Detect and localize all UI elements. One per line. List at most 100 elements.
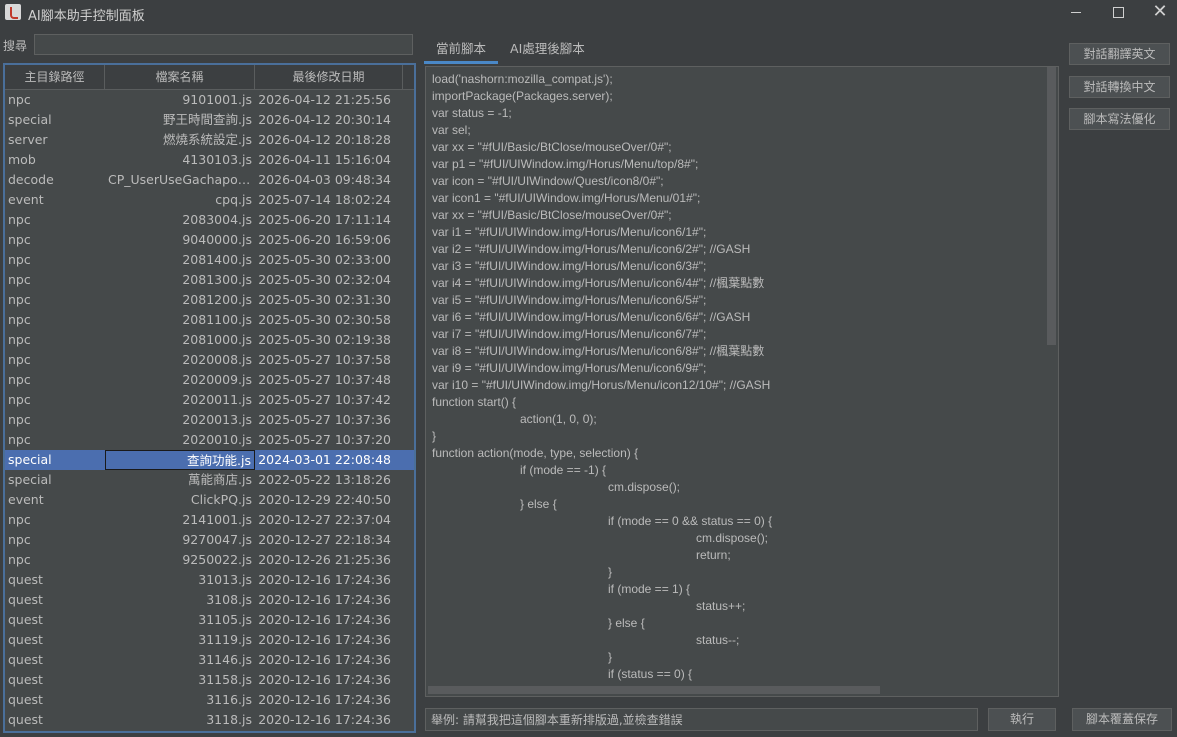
code-line: var p1 = "#fUI/UIWindow.img/Horus/Menu/t… [432,157,699,171]
table-row[interactable]: npc 2083004.js 2025-06-20 17:11:14 [5,210,414,230]
table-row[interactable]: quest 3118.js 2020-12-16 17:24:36 [5,710,414,730]
cell-filename: 4130103.js [182,152,252,167]
table-row[interactable]: npc 2020009.js 2025-05-27 10:37:48 [5,370,414,390]
table-row[interactable]: quest 31105.js 2020-12-16 17:24:36 [5,610,414,630]
table-row[interactable]: event cpq.js 2025-07-14 18:02:24 [5,190,414,210]
code-line: var sel; [432,123,471,137]
vertical-scroll-thumb[interactable] [1047,67,1056,345]
table-row[interactable]: server 燃燒系統設定.js 2026-04-12 20:18:28 [5,130,414,150]
cell-path: npc [8,532,31,547]
cell-modified: 2020-12-16 17:24:36 [258,672,391,687]
cell-path: quest [8,612,43,627]
table-row[interactable]: npc 9270047.js 2020-12-27 22:18:34 [5,530,414,550]
horizontal-scroll-thumb[interactable] [428,686,880,694]
code-line: cm.dispose(); [432,480,681,494]
table-row[interactable]: npc 2081100.js 2025-05-30 02:30:58 [5,310,414,330]
code-line: function start() { [432,395,517,409]
table-row[interactable]: npc 2020011.js 2025-05-27 10:37:42 [5,390,414,410]
code-line: importPackage(Packages.server); [432,89,613,103]
cell-path: npc [8,332,31,347]
horizontal-scrollbar[interactable] [428,686,1046,694]
file-table[interactable]: 主目錄路徑 檔案名稱 最後修改日期 npc 9101001.js 2026-04-1… [3,63,416,733]
table-row[interactable]: special 野王時間查詢.js 2026-04-12 20:30:14 [5,110,414,130]
cell-filename: 2020010.js [182,432,252,447]
cell-path: npc [8,252,31,267]
cell-filename: 2083004.js [182,212,252,227]
table-row[interactable]: event ClickPQ.js 2020-12-29 22:40:50 [5,490,414,510]
table-row[interactable]: npc 2081300.js 2025-05-30 02:32:04 [5,270,414,290]
cell-modified: 2025-05-27 10:37:42 [258,392,391,407]
cell-modified: 2025-05-27 10:37:58 [258,352,391,367]
cell-filename: cpq.js [215,192,252,207]
script-editor[interactable]: load('nashorn:mozilla_compat.js');import… [425,66,1059,697]
code-line: load('nashorn:mozilla_compat.js'); [432,72,613,86]
column-header-filename[interactable]: 檔案名稱 [105,65,255,89]
cell-modified: 2025-06-20 17:11:14 [258,212,391,227]
code-line: var icon = "#fUI/UIWindow/Quest/icon8/0#… [432,174,664,188]
table-row[interactable]: npc 2081000.js 2025-05-30 02:19:38 [5,330,414,350]
table-row[interactable]: special 萬能商店.js 2022-05-22 13:18:26 [5,470,414,490]
cell-modified: 2025-05-27 10:37:48 [258,372,391,387]
run-button[interactable]: 執行 [988,708,1056,731]
window-title: AI腳本助手控制面板 [28,9,145,24]
table-row[interactable]: npc 9040000.js 2025-06-20 16:59:06 [5,230,414,250]
code-line: var i2 = "#fUI/UIWindow.img/Horus/Menu/i… [432,242,751,256]
table-row[interactable]: quest 31013.js 2020-12-16 17:24:36 [5,570,414,590]
cell-modified: 2020-12-16 17:24:36 [258,632,391,647]
vertical-scrollbar[interactable] [1047,67,1056,687]
table-header: 主目錄路徑 檔案名稱 最後修改日期 [5,65,414,90]
cell-modified: 2025-05-30 02:30:58 [258,312,391,327]
column-header-modified[interactable]: 最後修改日期 [255,65,403,89]
cell-filename: 2020013.js [182,412,252,427]
column-header-path[interactable]: 主目錄路徑 [5,65,105,89]
table-row[interactable]: npc 9250022.js 2020-12-26 21:25:36 [5,550,414,570]
cell-modified: 2026-04-11 15:16:04 [258,152,391,167]
minimize-icon [1071,11,1081,13]
maximize-button[interactable] [1095,0,1141,26]
table-row[interactable]: npc 2081400.js 2025-05-30 02:33:00 [5,250,414,270]
maximize-icon [1112,6,1124,18]
cell-modified: 2025-07-14 18:02:24 [258,192,391,207]
minimize-button[interactable] [1053,0,1099,26]
table-row[interactable]: special 查詢功能.js 2024-03-01 22:08:48 [5,450,414,470]
table-row[interactable]: quest 3116.js 2020-12-16 17:24:36 [5,690,414,710]
cell-filename: 2081000.js [182,332,252,347]
cell-filename: 野王時間查詢.js [163,112,252,127]
overwrite-save-button[interactable]: 腳本覆蓋保存 [1072,708,1172,731]
table-row[interactable]: quest 3108.js 2020-12-16 17:24:36 [5,590,414,610]
table-row[interactable]: npc 2020008.js 2025-05-27 10:37:58 [5,350,414,370]
cell-path: npc [8,392,31,407]
table-row[interactable]: npc 9101001.js 2026-04-12 21:25:56 [5,90,414,110]
code-area[interactable]: load('nashorn:mozilla_compat.js');import… [432,71,772,683]
cell-modified: 2020-12-16 17:24:36 [258,612,391,627]
table-row[interactable]: mob 4130103.js 2026-04-11 15:16:04 [5,150,414,170]
table-row[interactable]: npc 2020013.js 2025-05-27 10:37:36 [5,410,414,430]
code-line: var xx = "#fUI/Basic/BtClose/mouseOver/0… [432,208,672,222]
convert-chinese-button[interactable]: 對話轉換中文 [1069,76,1170,98]
cell-path: npc [8,432,31,447]
search-input[interactable] [34,34,413,55]
translate-english-button[interactable]: 對話翻譯英文 [1069,43,1170,65]
cell-modified: 2025-05-30 02:32:04 [258,272,391,287]
cell-filename: CP_UserUseGachaponRewardRequest.js [108,172,255,187]
close-button[interactable]: ✕ [1137,0,1177,26]
table-row[interactable]: npc 2020010.js 2025-05-27 10:37:20 [5,430,414,450]
optimize-script-button[interactable]: 腳本寫法優化 [1069,108,1170,130]
tab-ai-script[interactable]: AI處理後腳本 [498,38,597,64]
table-row[interactable]: npc 2081200.js 2025-05-30 02:31:30 [5,290,414,310]
cell-filename: 2081200.js [182,292,252,307]
code-line: status++; [432,599,746,613]
table-row[interactable]: npc 2141001.js 2020-12-27 22:37:04 [5,510,414,530]
code-line: } [432,429,437,443]
cell-path: mob [8,152,36,167]
ai-command-input[interactable] [425,708,978,731]
tab-current-script[interactable]: 當前腳本 [424,38,499,64]
code-line: if (mode == 1) { [432,582,691,596]
cell-modified: 2026-04-03 09:48:34 [258,172,391,187]
code-line: action(1, 0, 0); [432,412,597,426]
table-row[interactable]: decode CP_UserUseGachaponRewardRequest.js… [5,170,414,190]
table-row[interactable]: quest 31146.js 2020-12-16 17:24:36 [5,650,414,670]
cell-path: quest [8,692,43,707]
table-row[interactable]: quest 31119.js 2020-12-16 17:24:36 [5,630,414,650]
table-row[interactable]: quest 31158.js 2020-12-16 17:24:36 [5,670,414,690]
